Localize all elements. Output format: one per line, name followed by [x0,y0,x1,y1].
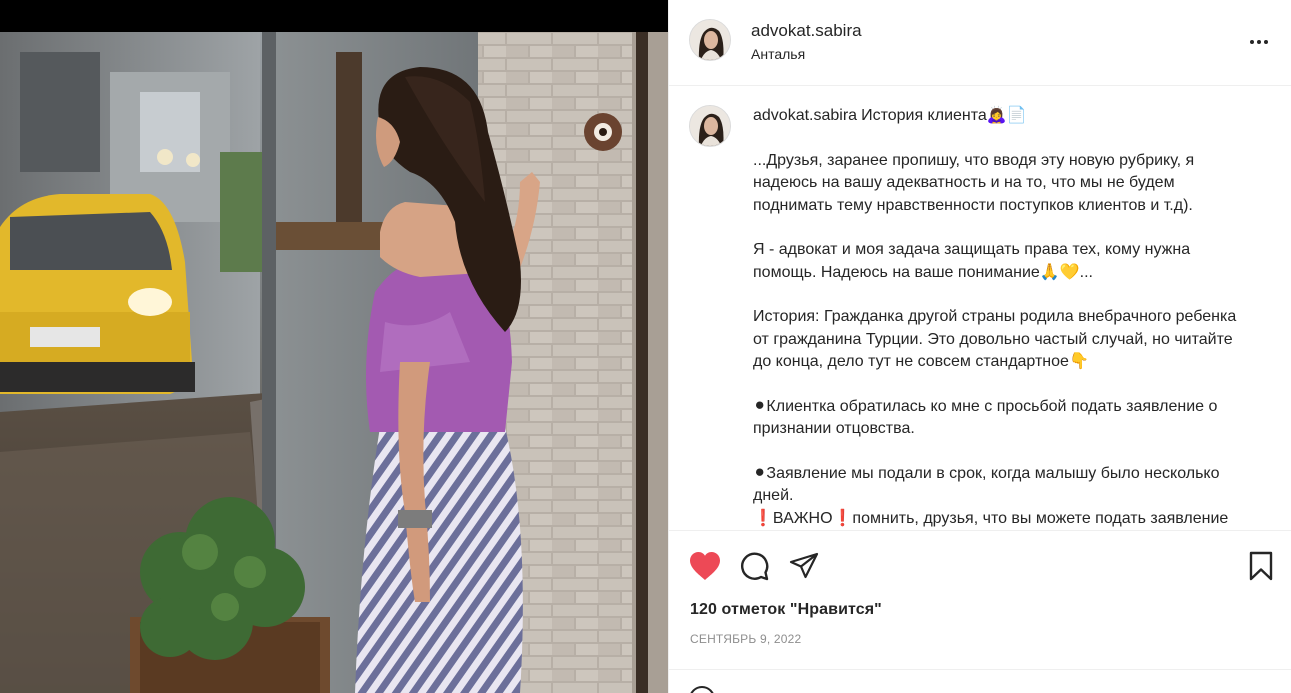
caption-paragraph: ⚫Заявление мы подали в срок, когда малыш… [753,464,1220,505]
paper-plane-icon[interactable] [787,549,821,583]
post-actions-bar: 120 отметок "Нравится" СЕНТЯБРЬ 9, 2022 [669,530,1291,669]
post-location[interactable]: Анталья [751,46,805,62]
heart-filled-icon[interactable] [688,549,722,583]
comment-icon[interactable] [737,549,771,583]
post-photo[interactable] [0,32,668,693]
caption-text: advokat.sabira История клиента🙇‍♀️📄 ...Др… [753,105,1253,530]
caption-title: История клиента🙇‍♀️📄 [861,107,1027,124]
caption-author-avatar[interactable] [689,105,731,147]
caption-paragraph: ⚫Клиентка обратилась ко мне с просьбой п… [753,397,1218,438]
post-sidebar: advokat.sabira Анталья advokat.sabira Ист [668,0,1291,693]
caption-paragraph: ...Друзья, заранее пропишу, что вводя эт… [753,151,1195,214]
dot [1250,40,1254,44]
caption-paragraph: История: Гражданка другой страны родила … [753,308,1237,370]
author-avatar[interactable] [689,19,731,61]
post-media-pane [0,0,668,693]
caption-paragraph: Я - адвокат и моя задача защищать права … [753,241,1191,281]
instagram-post-view: advokat.sabira Анталья advokat.sabira Ист [0,0,1291,693]
emoji-icon[interactable] [689,686,715,693]
dot [1264,40,1268,44]
likes-count[interactable]: 120 отметок "Нравится" [690,601,882,619]
caption-username[interactable]: advokat.sabira [753,107,857,124]
post-date: СЕНТЯБРЬ 9, 2022 [690,632,802,646]
caption-scroll-area[interactable]: advokat.sabira История клиента🙇‍♀️📄 ...Др… [669,87,1291,530]
bookmark-icon[interactable] [1244,549,1278,583]
add-comment-bar [669,669,1291,693]
more-options-icon[interactable] [1244,30,1274,54]
dot [1257,40,1261,44]
author-username[interactable]: advokat.sabira [751,21,862,41]
caption-header-line: advokat.sabira История клиента🙇‍♀️📄 [753,105,1253,128]
caption-continuation: ❗ВАЖНО❗помнить, друзья, что вы можете по… [753,509,1229,527]
post-header: advokat.sabira Анталья [669,0,1291,86]
